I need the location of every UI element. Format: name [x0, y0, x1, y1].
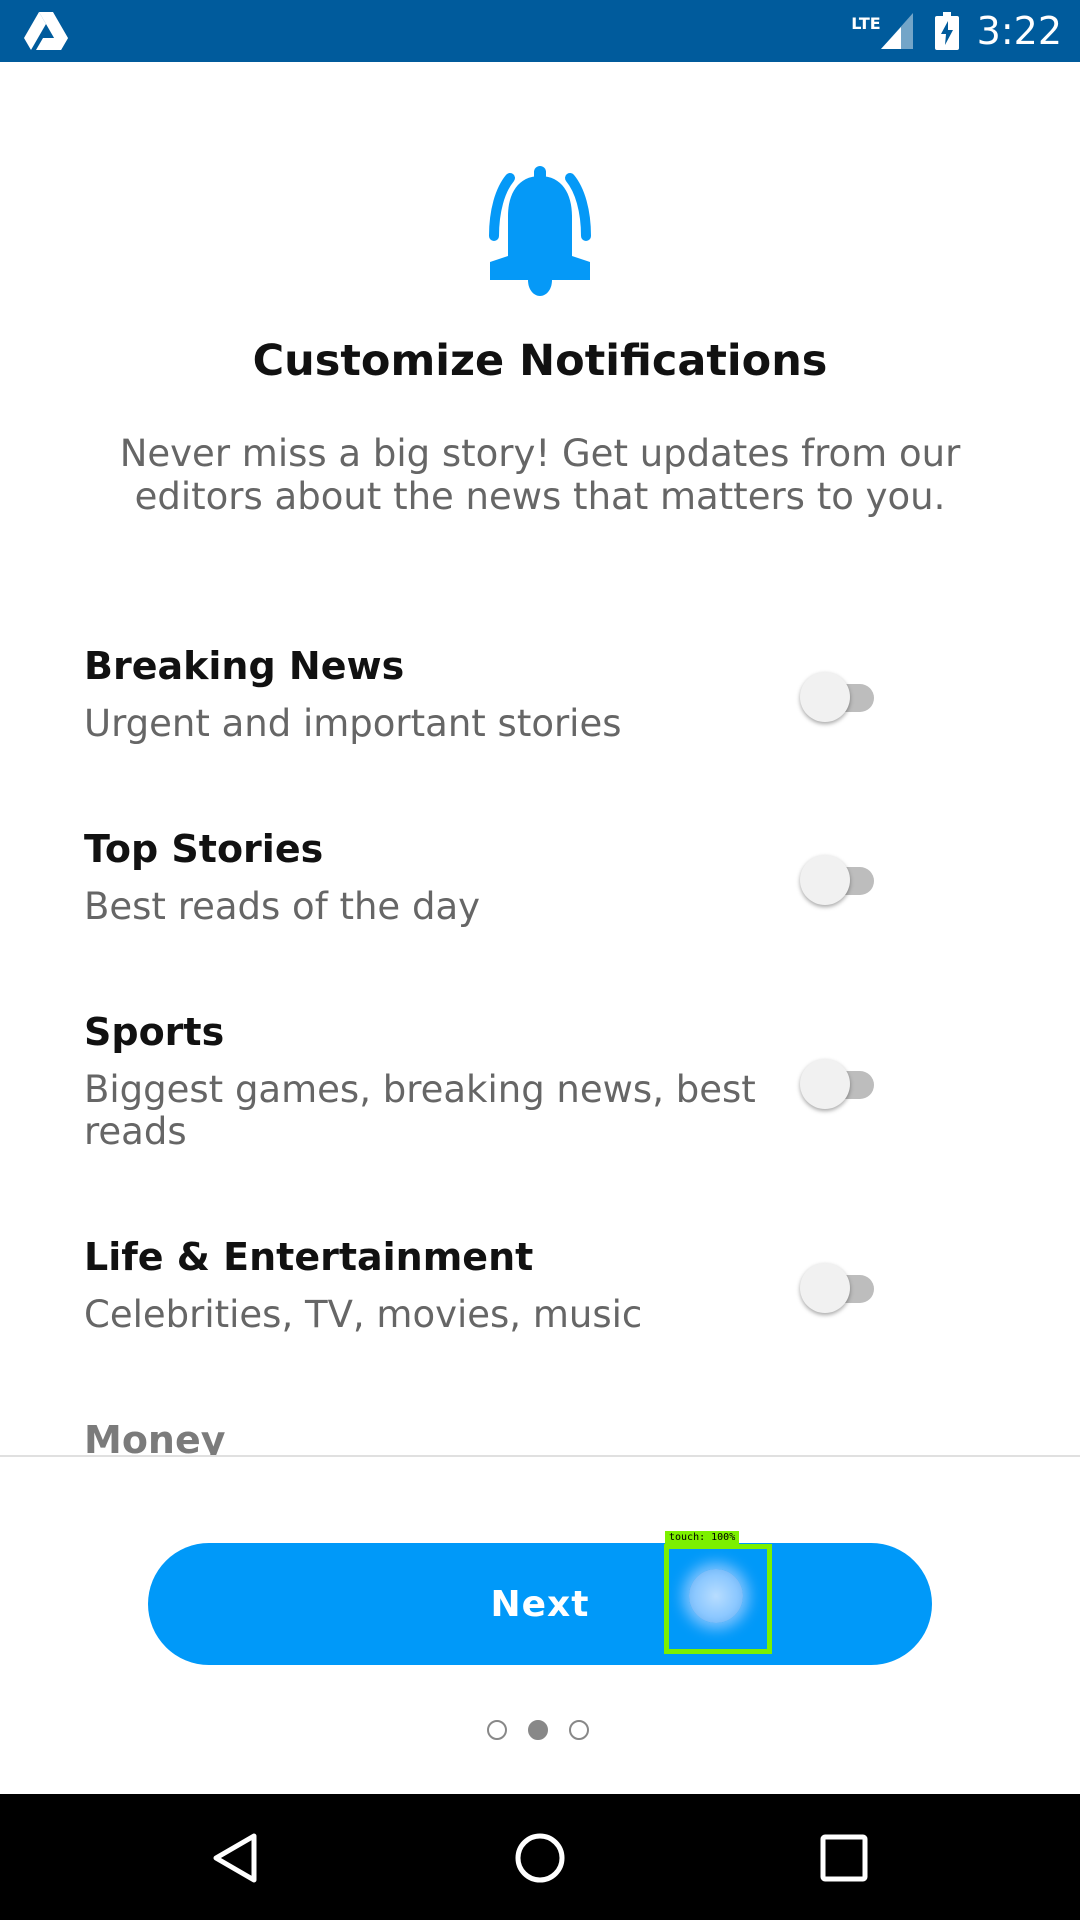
breaking-news-toggle[interactable] — [800, 672, 880, 722]
option-description: Best reads of the day — [84, 885, 481, 928]
page-title: Customize Notifications — [252, 336, 828, 386]
page-subtitle: Never miss a big story! Get updates from… — [119, 432, 961, 518]
top-stories-toggle[interactable] — [800, 855, 880, 905]
system-nav-bar — [0, 1794, 1080, 1920]
signal-icon — [880, 13, 913, 49]
next-button-label: Next — [490, 1583, 590, 1625]
notification-settings-content[interactable]: Customize Notifications Never miss a big… — [0, 62, 1080, 1455]
life-entertainment-toggle[interactable] — [800, 1263, 880, 1313]
touch-point-indicator — [689, 1569, 743, 1623]
bell-icon — [489, 166, 591, 296]
option-description: Urgent and important stories — [84, 702, 622, 745]
status-time: 3:22 — [976, 9, 1062, 53]
sports-toggle[interactable] — [800, 1059, 880, 1109]
page-dot-1 — [487, 1720, 507, 1740]
toggle-knob — [800, 672, 850, 722]
status-bar: LTE 3:22 — [0, 0, 1080, 62]
option-title: Sports — [84, 1010, 225, 1054]
battery-charging-icon — [934, 12, 959, 50]
option-description: Celebrities, TV, movies, music — [84, 1293, 643, 1336]
toggle-knob — [800, 1059, 850, 1109]
page-indicator — [487, 1720, 593, 1740]
network-type-label: LTE — [851, 13, 881, 33]
back-icon[interactable] — [210, 1832, 262, 1884]
page-dot-2-active — [528, 1720, 548, 1740]
recents-icon[interactable] — [818, 1832, 870, 1884]
toggle-knob — [800, 1263, 850, 1313]
touch-indicator-label: touch: 100% — [665, 1531, 740, 1545]
page-dot-3 — [569, 1720, 589, 1740]
footer-divider — [0, 1455, 1080, 1457]
next-button[interactable]: Next — [148, 1543, 932, 1665]
home-icon[interactable] — [514, 1832, 566, 1884]
option-title: Money — [84, 1418, 226, 1455]
drive-logo-icon — [24, 12, 68, 50]
option-description: Biggest games, breaking news, best reads — [84, 1068, 756, 1153]
option-row-money[interactable]: Money — [84, 1417, 996, 1455]
toggle-knob — [800, 855, 850, 905]
